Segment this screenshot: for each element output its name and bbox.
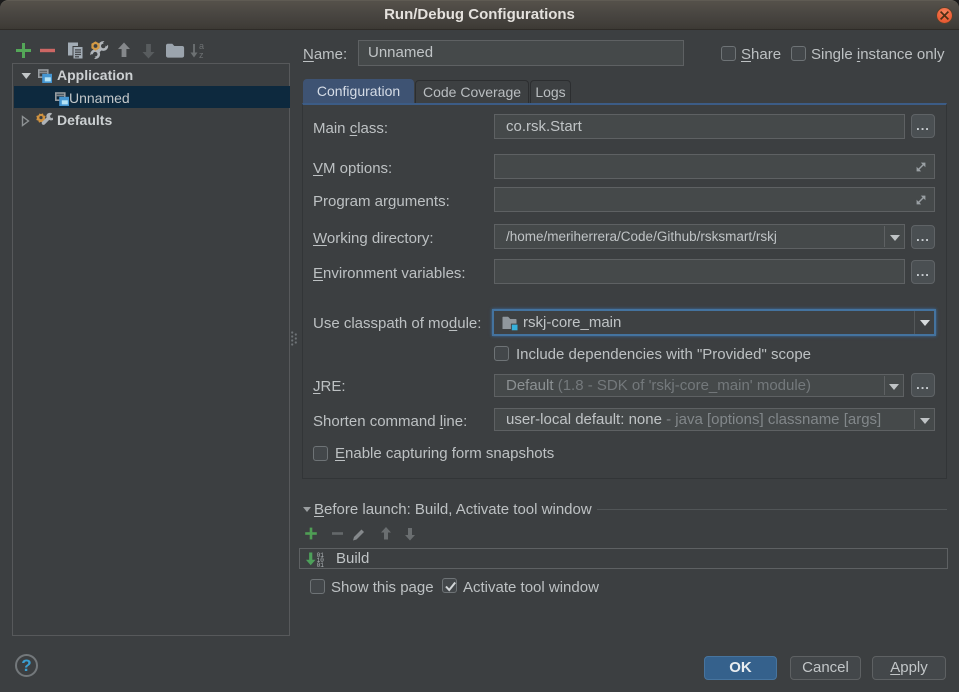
svg-text:z: z bbox=[199, 50, 204, 60]
svg-text:01: 01 bbox=[317, 562, 325, 568]
